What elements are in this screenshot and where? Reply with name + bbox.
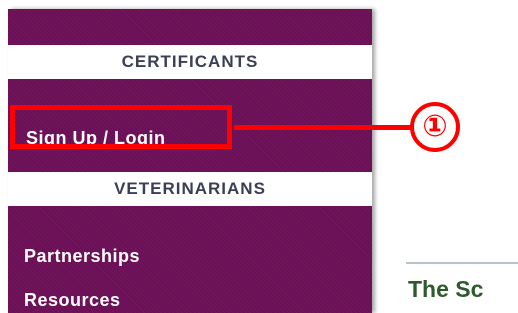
- veterinarians-section-header: VETERINARIANS: [8, 172, 372, 206]
- sidebar-nav: CERTIFICANTS Sign Up / Login VETERINARIA…: [8, 9, 372, 313]
- resources-link[interactable]: Resources: [24, 290, 121, 311]
- annotation-step-badge: ①: [410, 102, 460, 152]
- content-heading-text: The Sc: [408, 276, 484, 302]
- content-heading: The Sc: [406, 262, 518, 313]
- partnerships-link[interactable]: Partnerships: [24, 246, 140, 267]
- annotation-callout-line: [234, 125, 415, 130]
- annotation-highlight-box: [10, 105, 232, 149]
- certificants-section-header: CERTIFICANTS: [8, 45, 372, 79]
